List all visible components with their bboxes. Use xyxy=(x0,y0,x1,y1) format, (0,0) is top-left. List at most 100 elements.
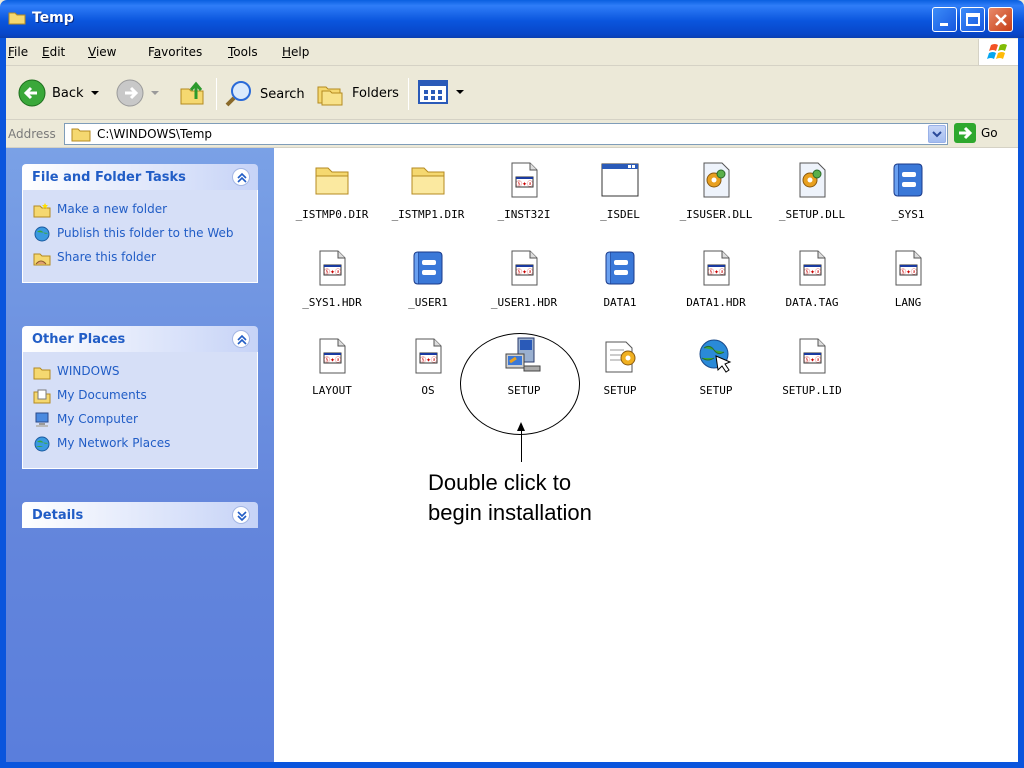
file-name: DATA.TAG xyxy=(785,296,839,309)
window-title: Temp xyxy=(32,10,74,26)
menu-favorites[interactable]: Favorites xyxy=(148,45,202,59)
address-dropdown-button[interactable] xyxy=(928,125,946,143)
file-item[interactable]: _ISTMP0.DIR xyxy=(284,160,380,221)
chevron-down-icon xyxy=(456,90,464,94)
file-name: _ISDEL xyxy=(600,208,640,221)
cabinet-icon xyxy=(600,248,640,288)
back-arrow-icon xyxy=(18,79,46,107)
file-item[interactable]: Ⓢ✦ⓐ _USER1.HDR xyxy=(476,248,572,309)
place-my-computer[interactable]: My Computer xyxy=(33,412,247,428)
file-item[interactable]: Ⓢ✦ⓐ LAYOUT xyxy=(284,336,380,397)
document-icon: Ⓢ✦ⓐ xyxy=(312,248,352,288)
file-item[interactable]: DATA1 xyxy=(572,248,668,309)
file-name: SETUP xyxy=(603,384,637,397)
menu-file[interactable]: File xyxy=(8,45,28,59)
minimize-icon xyxy=(940,23,948,26)
svg-text:Ⓢ✦ⓐ: Ⓢ✦ⓐ xyxy=(804,356,821,364)
network-places-icon xyxy=(34,436,50,452)
task-make-new-folder[interactable]: Make a new folder xyxy=(33,202,247,218)
file-item[interactable]: Ⓢ✦ⓐ _INST32I xyxy=(476,160,572,221)
forward-button[interactable] xyxy=(116,79,160,107)
file-name: SETUP xyxy=(699,384,733,397)
collapse-button[interactable] xyxy=(232,168,250,186)
file-name: _SYS1 xyxy=(891,208,925,221)
share-folder-icon xyxy=(33,253,51,266)
up-folder-icon xyxy=(180,81,204,105)
place-windows[interactable]: WINDOWS xyxy=(33,364,247,380)
windows-logo-icon xyxy=(978,39,1018,65)
file-item[interactable]: _ISUSER.DLL xyxy=(668,160,764,221)
document-icon: Ⓢ✦ⓐ xyxy=(888,248,928,288)
file-item[interactable]: Ⓢ✦ⓐ DATA1.HDR xyxy=(668,248,764,309)
place-my-documents[interactable]: My Documents xyxy=(33,388,247,404)
file-item[interactable]: Ⓢ✦ⓐ _SYS1.HDR xyxy=(284,248,380,309)
file-item[interactable]: _USER1 xyxy=(380,248,476,309)
file-name: _ISTMP1.DIR xyxy=(391,208,465,221)
setup-globe-icon xyxy=(696,336,736,376)
document-icon: Ⓢ✦ⓐ xyxy=(696,248,736,288)
file-name: DATA1.HDR xyxy=(686,296,746,309)
file-list-view: _ISTMP0.DIR _ISTMP1.DIR Ⓢ✦ⓐ _INST32I _ISDEL _… xyxy=(274,148,1018,762)
chevron-down-icon xyxy=(90,91,99,95)
task-share-folder[interactable]: Share this folder xyxy=(33,250,247,266)
callout-circle xyxy=(460,333,580,435)
svg-text:Ⓢ✦ⓐ: Ⓢ✦ⓐ xyxy=(324,268,341,276)
panel-title: Details xyxy=(32,508,84,523)
search-button[interactable]: Search xyxy=(224,79,305,109)
document-icon: Ⓢ✦ⓐ xyxy=(408,336,448,376)
file-item[interactable]: SETUP xyxy=(668,336,764,397)
my-computer-icon xyxy=(35,412,49,427)
file-item[interactable]: _SYS1 xyxy=(860,160,956,221)
address-label: Address xyxy=(8,127,56,141)
document-icon: Ⓢ✦ⓐ xyxy=(504,160,544,200)
expand-button[interactable] xyxy=(232,506,250,524)
file-item[interactable]: _ISTMP1.DIR xyxy=(380,160,476,221)
address-input[interactable]: C:\WINDOWS\Temp xyxy=(64,123,948,145)
callout-arrowhead xyxy=(517,422,525,431)
address-path: C:\WINDOWS\Temp xyxy=(97,127,213,141)
file-item[interactable]: Ⓢ✦ⓐ SETUP.LID xyxy=(764,336,860,397)
file-name: DATA1 xyxy=(603,296,637,309)
menu-help[interactable]: Help xyxy=(282,45,309,59)
back-button[interactable]: Back xyxy=(18,79,100,107)
panel-body: WINDOWS My Documents My Computer My Netw… xyxy=(22,352,258,469)
svg-text:Ⓢ✦ⓐ: Ⓢ✦ⓐ xyxy=(708,268,725,276)
up-folder-button[interactable] xyxy=(178,79,208,107)
toolbar-separator xyxy=(408,78,409,110)
file-name: LAYOUT xyxy=(312,384,352,397)
svg-text:Ⓢ✦ⓐ: Ⓢ✦ⓐ xyxy=(804,268,821,276)
file-item[interactable]: _SETUP.DLL xyxy=(764,160,860,221)
svg-text:Ⓢ✦ⓐ: Ⓢ✦ⓐ xyxy=(900,268,917,276)
svg-text:Ⓢ✦ⓐ: Ⓢ✦ⓐ xyxy=(324,356,341,364)
file-name: _USER1 xyxy=(408,296,448,309)
file-item[interactable]: Ⓢ✦ⓐ LANG xyxy=(860,248,956,309)
folders-button[interactable]: Folders xyxy=(316,79,399,107)
toolbar: Back Search Folders xyxy=(0,66,1024,120)
toolbar-separator xyxy=(216,78,217,110)
task-publish-folder[interactable]: Publish this folder to the Web xyxy=(33,226,247,242)
cabinet-icon xyxy=(408,248,448,288)
maximize-button[interactable] xyxy=(960,7,985,32)
my-documents-icon xyxy=(33,389,51,404)
views-button[interactable] xyxy=(418,79,464,105)
title-bar[interactable]: Temp xyxy=(0,0,1024,38)
dll-gear-icon xyxy=(696,160,736,200)
minimize-button[interactable] xyxy=(932,7,957,32)
file-item[interactable]: Ⓢ✦ⓐ DATA.TAG xyxy=(764,248,860,309)
place-my-network-places[interactable]: My Network Places xyxy=(33,436,247,452)
panel-header[interactable]: Other Places xyxy=(22,326,258,352)
window-frame-left xyxy=(0,38,6,768)
menu-tools[interactable]: Tools xyxy=(228,45,258,59)
go-button[interactable]: Go xyxy=(954,123,998,143)
menu-view[interactable]: View xyxy=(88,45,116,59)
file-item[interactable]: SETUP xyxy=(572,336,668,397)
address-bar: Address C:\WINDOWS\Temp Go xyxy=(0,120,1024,148)
menu-edit[interactable]: Edit xyxy=(42,45,65,59)
panel-header[interactable]: Details xyxy=(22,502,258,528)
file-folder-tasks-panel: File and Folder Tasks Make a new folder … xyxy=(22,164,258,283)
collapse-button[interactable] xyxy=(232,330,250,348)
panel-header[interactable]: File and Folder Tasks xyxy=(22,164,258,190)
folders-icon xyxy=(317,86,343,106)
file-item[interactable]: _ISDEL xyxy=(572,160,668,221)
close-button[interactable] xyxy=(988,7,1013,32)
